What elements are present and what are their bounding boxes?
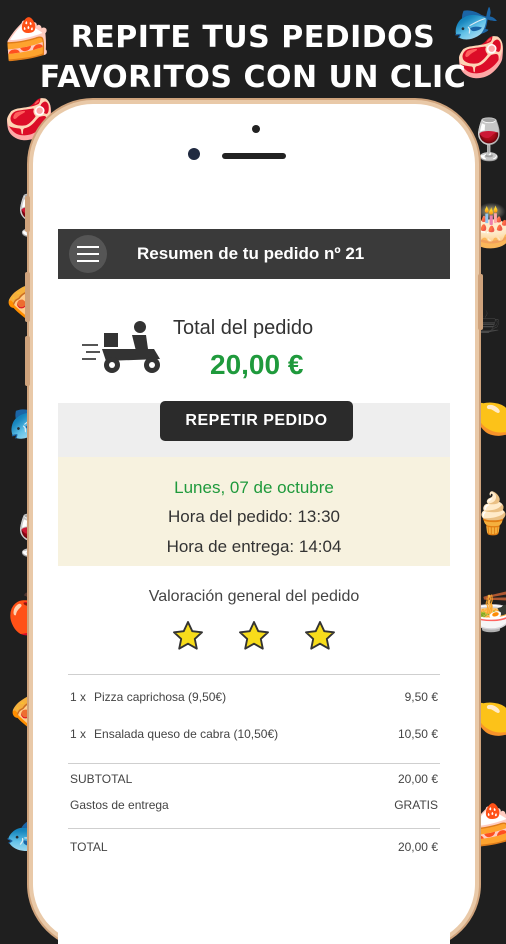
earpiece-speaker <box>222 153 286 159</box>
star-icon[interactable] <box>238 620 270 652</box>
rating-stars <box>58 620 450 652</box>
item-description: 1 x Pizza caprichosa (9,50€) <box>70 690 226 704</box>
phone-frame: Resumen de tu pedido nº 21 Total del ped… <box>25 104 483 944</box>
promo-headline: REPITE TUS PEDIDOS FAVORITOS CON UN CLIC <box>0 18 506 98</box>
repeat-order-button[interactable]: REPETIR PEDIDO <box>160 401 353 441</box>
total-row: TOTAL 20,00 € <box>68 829 440 865</box>
list-item: 1 x Ensalada queso de cabra (10,50€) 10,5… <box>68 715 440 752</box>
item-price: 9,50 € <box>404 689 438 704</box>
front-camera <box>188 148 200 160</box>
order-schedule: Lunes, 07 de octubre Hora del pedido: 13… <box>58 457 450 566</box>
subtotal-label: SUBTOTAL <box>70 772 133 786</box>
star-icon[interactable] <box>172 620 204 652</box>
total-amount: 20,00 € <box>210 349 304 380</box>
shipping-value: GRATIS <box>394 798 438 812</box>
app-bar: Resumen de tu pedido nº 21 <box>58 229 450 279</box>
item-qty: 1 x <box>70 726 87 741</box>
shipping-label: Gastos de entrega <box>70 798 169 812</box>
list-item: 1 x Pizza caprichosa (9,50€) 9,50 € <box>68 678 440 715</box>
item-description: 1 x Ensalada queso de cabra (10,50€) <box>70 727 278 741</box>
star-icon[interactable] <box>304 620 336 652</box>
hamburger-menu-icon[interactable] <box>69 235 107 273</box>
phone-side-button <box>25 272 30 322</box>
rating-section: Valoración general del pedido <box>58 566 450 674</box>
order-total-section: Total del pedido 20,00 € <box>58 279 450 403</box>
order-summary: SUBTOTAL 20,00 € Gastos de entrega GRATI… <box>68 764 440 818</box>
phone-side-button <box>478 274 483 330</box>
app-screen: Resumen de tu pedido nº 21 Total del ped… <box>58 229 450 944</box>
order-items: 1 x Pizza caprichosa (9,50€) 9,50 € 1 x En… <box>68 674 440 865</box>
page-title: Resumen de tu pedido nº 21 <box>137 244 365 263</box>
item-qty: 1 x <box>70 689 87 704</box>
phone-side-button <box>25 336 30 386</box>
delivery-time: Hora de entrega: 14:04 <box>166 537 342 556</box>
grand-total-label: TOTAL <box>70 840 108 854</box>
order-date: Lunes, 07 de octubre <box>174 478 334 497</box>
phone-side-button <box>25 196 30 232</box>
total-label: Total del pedido <box>173 317 314 339</box>
rating-label: Valoración general del pedido <box>148 588 360 605</box>
proximity-sensor <box>252 125 260 133</box>
item-name: Pizza caprichosa (9,50€) <box>94 689 227 704</box>
delivery-scooter-icon <box>82 321 160 373</box>
grand-total-value: 20,00 € <box>397 840 438 854</box>
item-name: Ensalada queso de cabra (10,50€) <box>94 726 279 741</box>
headline-line-2: FAVORITOS CON UN CLIC <box>39 60 467 95</box>
shipping-row: Gastos de entrega GRATIS <box>68 792 440 818</box>
subtotal-row: SUBTOTAL 20,00 € <box>68 766 440 792</box>
item-price: 10,50 € <box>397 726 438 741</box>
subtotal-value: 20,00 € <box>397 772 438 786</box>
headline-line-1: REPITE TUS PEDIDOS <box>70 20 436 55</box>
order-time: Hora del pedido: 13:30 <box>167 507 341 526</box>
repeat-order-band: REPETIR PEDIDO <box>58 401 450 457</box>
